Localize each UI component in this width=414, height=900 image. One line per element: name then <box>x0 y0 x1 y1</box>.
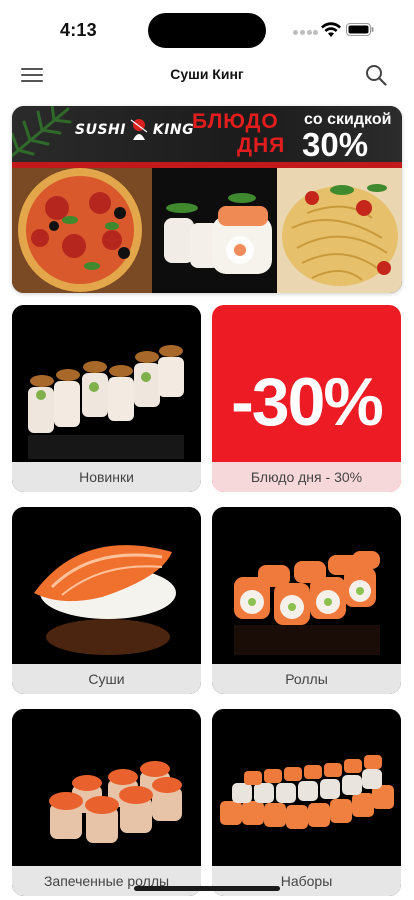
status-bar: 4:13 <box>0 0 414 60</box>
battery-icon <box>346 23 374 36</box>
category-label: Блюдо дня - 30% <box>212 462 401 492</box>
page-title: Суши Кинг <box>170 66 244 82</box>
promo-banner[interactable]: SUSHI KING БЛЮДО ДНЯ со скидкой 30% <box>12 106 402 293</box>
category-photo <box>212 507 401 665</box>
banner-discount-value: 30% <box>302 126 369 163</box>
fern-leaf-icon <box>12 106 72 158</box>
category-card-sets[interactable]: Наборы <box>212 709 401 896</box>
banner-header: SUSHI KING БЛЮДО ДНЯ со скидкой 30% <box>12 106 402 163</box>
category-card-rolls[interactable]: Роллы <box>212 507 401 694</box>
category-photo <box>12 305 201 463</box>
category-label: Запеченные роллы <box>12 866 201 896</box>
banner-line-2: ДНЯ <box>237 134 286 157</box>
home-indicator[interactable] <box>134 886 280 891</box>
banner-food-photos <box>12 168 402 293</box>
category-card-sushi[interactable]: Суши <box>12 507 201 694</box>
category-card-dish-of-day[interactable]: -30% Блюдо дня - 30% <box>212 305 401 492</box>
discount-badge: -30% <box>231 364 384 440</box>
nav-bar: Суши Кинг <box>0 60 414 90</box>
search-icon[interactable] <box>364 63 388 87</box>
signal-dots-icon <box>293 30 318 36</box>
category-photo <box>12 709 201 867</box>
logo-word-1: SUSHI <box>75 122 126 138</box>
category-label: Новинки <box>12 462 201 492</box>
category-card-baked-rolls[interactable]: Запеченные роллы <box>12 709 201 896</box>
category-label: Наборы <box>212 866 401 896</box>
wifi-icon <box>321 22 341 37</box>
category-label: Суши <box>12 664 201 694</box>
banner-line-1: БЛЮДО <box>192 110 279 133</box>
status-time: 4:13 <box>60 20 97 40</box>
category-photo <box>212 709 401 867</box>
logo-emblem-icon <box>130 119 148 140</box>
category-photo <box>12 507 201 665</box>
dynamic-island <box>148 13 266 48</box>
category-card-novelties[interactable]: Новинки <box>12 305 201 492</box>
logo-word-2: KING <box>152 122 195 138</box>
category-label: Роллы <box>212 664 401 694</box>
